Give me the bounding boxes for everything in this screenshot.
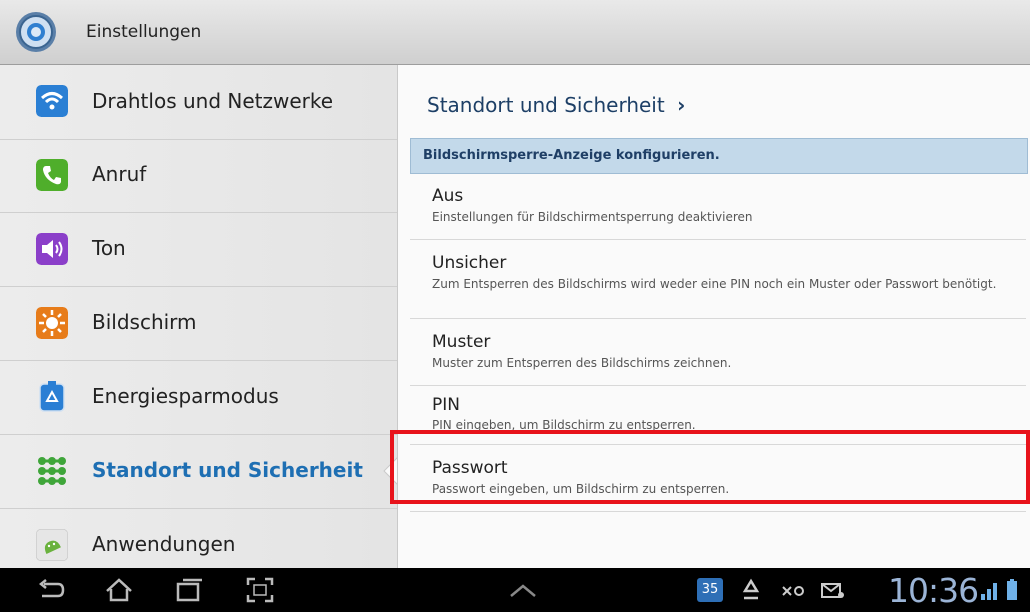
option-title: Aus [432, 186, 464, 206]
sidebar-item-call[interactable]: Anruf [0, 138, 397, 213]
option-description: Einstellungen für Bildschirmentsperrung … [432, 210, 753, 224]
chevron-up-icon[interactable] [508, 576, 538, 604]
battery-recycle-icon [39, 381, 65, 412]
sidebar-item-sound[interactable]: Ton [0, 212, 397, 287]
sidebar-item-power-saving[interactable]: Energiesparmodus [0, 360, 397, 435]
sidebar-item-label: Energiesparmodus [92, 384, 279, 408]
sidebar-item-label: Drahtlos und Netzwerke [92, 89, 334, 113]
settings-sidebar: Drahtlos und Netzwerke Anruf Ton Bildsch… [0, 65, 398, 568]
title-bar: Einstellungen [0, 0, 1030, 65]
sidebar-item-display[interactable]: Bildschirm [0, 286, 397, 361]
phone-icon [36, 159, 68, 191]
sync-mail-icon[interactable] [780, 578, 806, 602]
recycle-icon[interactable] [738, 578, 764, 602]
clock[interactable]: 10:36 [888, 571, 979, 610]
option-title: PIN [432, 395, 460, 415]
option-description: Zum Entsperren des Bildschirms wird wede… [432, 277, 997, 291]
sidebar-item-wireless[interactable]: Drahtlos und Netzwerke [0, 65, 397, 140]
breadcrumb[interactable]: Standort und Sicherheit › [427, 93, 685, 117]
sidebar-item-label: Anruf [92, 162, 147, 186]
option-title: Muster [432, 332, 491, 352]
sidebar-item-label: Standort und Sicherheit [92, 458, 363, 482]
section-header: Bildschirmsperre-Anzeige konfigurieren. [410, 138, 1028, 174]
sidebar-item-applications[interactable]: Anwendungen [0, 508, 397, 568]
email-icon[interactable] [820, 578, 846, 602]
sidebar-item-location-security[interactable]: Standort und Sicherheit [0, 434, 397, 509]
wifi-icon [36, 85, 68, 117]
app-title: Einstellungen [86, 22, 202, 42]
calendar-icon[interactable]: 35 [697, 578, 723, 602]
speaker-icon [36, 233, 68, 265]
breadcrumb-label: Standort und Sicherheit [427, 93, 665, 117]
battery-icon[interactable] [1004, 578, 1020, 602]
settings-gear-icon[interactable] [14, 10, 58, 54]
option-pattern[interactable]: Muster Muster zum Entsperren des Bildsch… [410, 319, 1026, 386]
screenshot-icon[interactable] [245, 576, 275, 604]
signal-icon[interactable] [980, 578, 1000, 602]
option-title: Unsicher [432, 253, 507, 273]
section-title: Bildschirmsperre-Anzeige konfigurieren. [423, 148, 720, 163]
home-icon[interactable] [104, 576, 134, 604]
sidebar-item-label: Anwendungen [92, 532, 236, 556]
system-bar: 35 10:36 [0, 568, 1030, 612]
recent-apps-icon[interactable] [174, 576, 204, 604]
location-security-icon [38, 457, 66, 485]
sidebar-item-label: Bildschirm [92, 310, 197, 334]
option-off[interactable]: Aus Einstellungen für Bildschirmentsperr… [410, 173, 1026, 240]
brightness-icon [36, 307, 68, 339]
highlight-box [390, 430, 1030, 504]
option-description: Muster zum Entsperren des Bildschirms ze… [432, 356, 732, 370]
option-unsecure[interactable]: Unsicher Zum Entsperren des Bildschirms … [410, 240, 1026, 319]
sidebar-item-label: Ton [92, 236, 126, 260]
chevron-right-icon: › [677, 93, 686, 117]
android-icon [36, 529, 68, 561]
back-icon[interactable] [36, 576, 66, 604]
